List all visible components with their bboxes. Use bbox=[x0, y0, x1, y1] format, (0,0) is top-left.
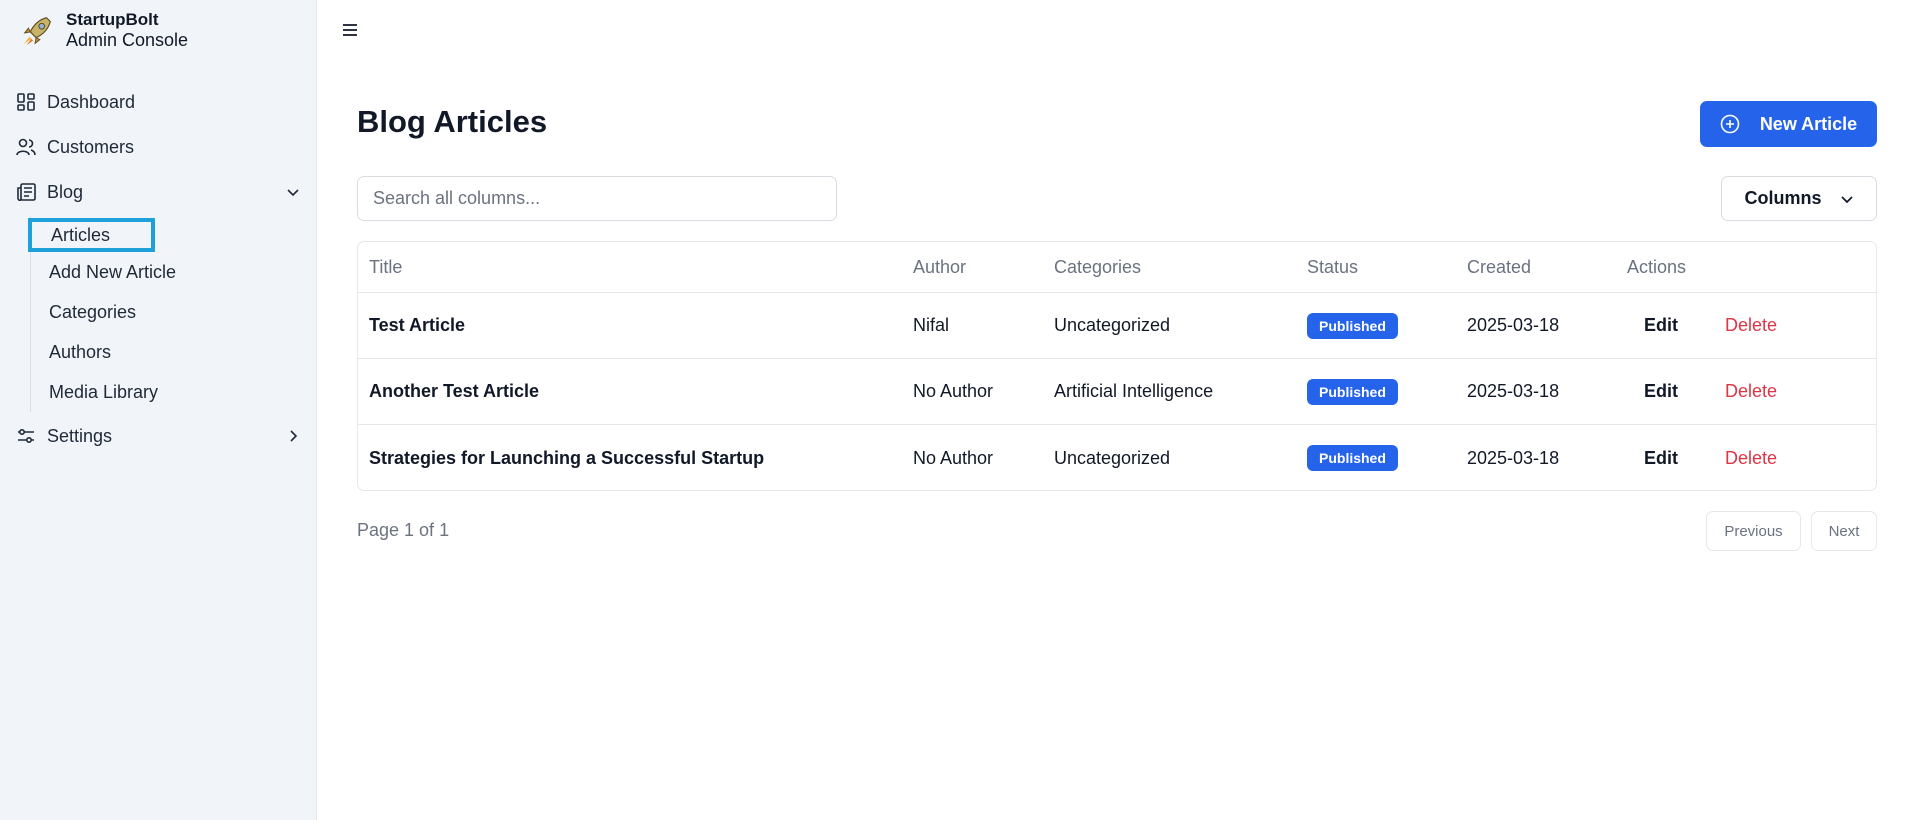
plus-circle-icon bbox=[1720, 114, 1740, 134]
subnav-item-label: Articles bbox=[51, 224, 111, 245]
sidebar-item-customers[interactable]: Customers bbox=[16, 129, 301, 165]
subnav-item-media-library[interactable]: Media Library bbox=[49, 377, 158, 407]
column-header-author[interactable]: Author bbox=[913, 242, 966, 292]
delete-link[interactable]: Delete bbox=[1725, 359, 1777, 424]
sliders-icon bbox=[16, 426, 36, 446]
subnav-item-label: Add New Article bbox=[49, 261, 177, 282]
page-title: Blog Articles bbox=[357, 104, 548, 139]
status-badge: Published bbox=[1307, 445, 1398, 471]
edit-link[interactable]: Edit bbox=[1644, 293, 1678, 358]
brand[interactable]: StartupBolt Admin Console bbox=[18, 10, 188, 50]
chevron-down-icon[interactable] bbox=[285, 184, 301, 200]
column-header-created[interactable]: Created bbox=[1467, 242, 1531, 292]
subnav-item-articles[interactable]: Articles bbox=[28, 218, 155, 252]
delete-link[interactable]: Delete bbox=[1725, 425, 1777, 490]
table-header-row: Title Author Categories Status Created A… bbox=[358, 242, 1876, 293]
search-input[interactable] bbox=[357, 176, 837, 221]
cell-title[interactable]: Another Test Article bbox=[369, 359, 539, 424]
sidebar-item-label: Blog bbox=[47, 181, 84, 202]
brand-subtitle: Admin Console bbox=[66, 30, 189, 50]
chevron-down-icon bbox=[1840, 192, 1854, 206]
dashboard-grid-icon bbox=[16, 92, 36, 112]
delete-link[interactable]: Delete bbox=[1725, 293, 1777, 358]
subnav-item-add-new-article[interactable]: Add New Article bbox=[49, 257, 176, 287]
subnav-item-label: Media Library bbox=[49, 381, 159, 402]
blog-subnav: Articles Add New Article Categories Auth… bbox=[28, 216, 300, 412]
subnav-item-authors[interactable]: Authors bbox=[49, 337, 111, 367]
hamburger-menu-icon[interactable] bbox=[340, 20, 360, 40]
columns-button[interactable]: Columns bbox=[1721, 176, 1877, 221]
chevron-right-icon[interactable] bbox=[285, 428, 301, 444]
table-row[interactable]: Another Test Article No Author Artificia… bbox=[358, 359, 1876, 425]
cell-categories: Artificial Intelligence bbox=[1054, 381, 1214, 401]
pagination-info: Page 1 of 1 bbox=[357, 520, 450, 540]
users-icon bbox=[16, 137, 36, 157]
cell-title[interactable]: Test Article bbox=[369, 293, 465, 358]
newspaper-icon bbox=[16, 182, 36, 202]
sidebar-item-blog[interactable]: Blog bbox=[16, 174, 301, 210]
status-badge: Published bbox=[1307, 378, 1398, 405]
column-header-actions: Actions bbox=[1627, 256, 1687, 277]
sidebar-item-label: Settings bbox=[47, 425, 113, 446]
cell-author: No Author bbox=[913, 447, 994, 468]
subnav-item-categories[interactable]: Categories bbox=[49, 297, 136, 327]
column-header-categories[interactable]: Categories bbox=[1054, 242, 1141, 292]
brand-name: StartupBolt bbox=[66, 10, 159, 29]
cell-created: 2025-03-18 bbox=[1467, 447, 1560, 468]
table-row[interactable]: Strategies for Launching a Successful St… bbox=[358, 425, 1876, 490]
cell-author: Nifal bbox=[913, 315, 950, 335]
cell-created: 2025-03-18 bbox=[1467, 315, 1560, 335]
next-page-button[interactable]: Next bbox=[1811, 511, 1877, 551]
cell-categories: Uncategorized bbox=[1054, 315, 1171, 335]
subnav-item-label: Authors bbox=[49, 341, 112, 362]
sidebar-item-dashboard[interactable]: Dashboard bbox=[16, 84, 301, 120]
edit-link[interactable]: Edit bbox=[1644, 425, 1678, 490]
cell-author: No Author bbox=[913, 381, 994, 401]
sidebar-item-settings[interactable]: Settings bbox=[16, 418, 301, 454]
rocket-icon bbox=[23, 17, 51, 46]
cell-title[interactable]: Strategies for Launching a Successful St… bbox=[369, 425, 764, 490]
table-row[interactable]: Test Article Nifal Uncategorized Publish… bbox=[358, 293, 1876, 359]
new-article-label: New Article bbox=[1759, 113, 1858, 134]
column-header-title[interactable]: Title bbox=[369, 242, 402, 292]
subnav-item-label: Categories bbox=[49, 301, 137, 322]
new-article-button[interactable]: New Article bbox=[1700, 101, 1877, 147]
cell-created: 2025-03-18 bbox=[1467, 381, 1560, 401]
sidebar: StartupBolt Admin Console Dashboard Cust… bbox=[0, 0, 317, 820]
sidebar-item-label: Dashboard bbox=[47, 91, 136, 112]
column-header-status[interactable]: Status bbox=[1307, 242, 1358, 292]
status-badge: Published bbox=[1307, 312, 1398, 339]
previous-page-button[interactable]: Previous bbox=[1706, 511, 1801, 551]
articles-table: Title Author Categories Status Created A… bbox=[357, 241, 1877, 491]
edit-link[interactable]: Edit bbox=[1644, 359, 1678, 424]
sidebar-item-label: Customers bbox=[47, 136, 135, 157]
columns-label: Columns bbox=[1744, 188, 1822, 208]
main-content: Blog Articles New Article Columns Title … bbox=[318, 0, 1916, 820]
cell-categories: Uncategorized bbox=[1054, 447, 1171, 468]
